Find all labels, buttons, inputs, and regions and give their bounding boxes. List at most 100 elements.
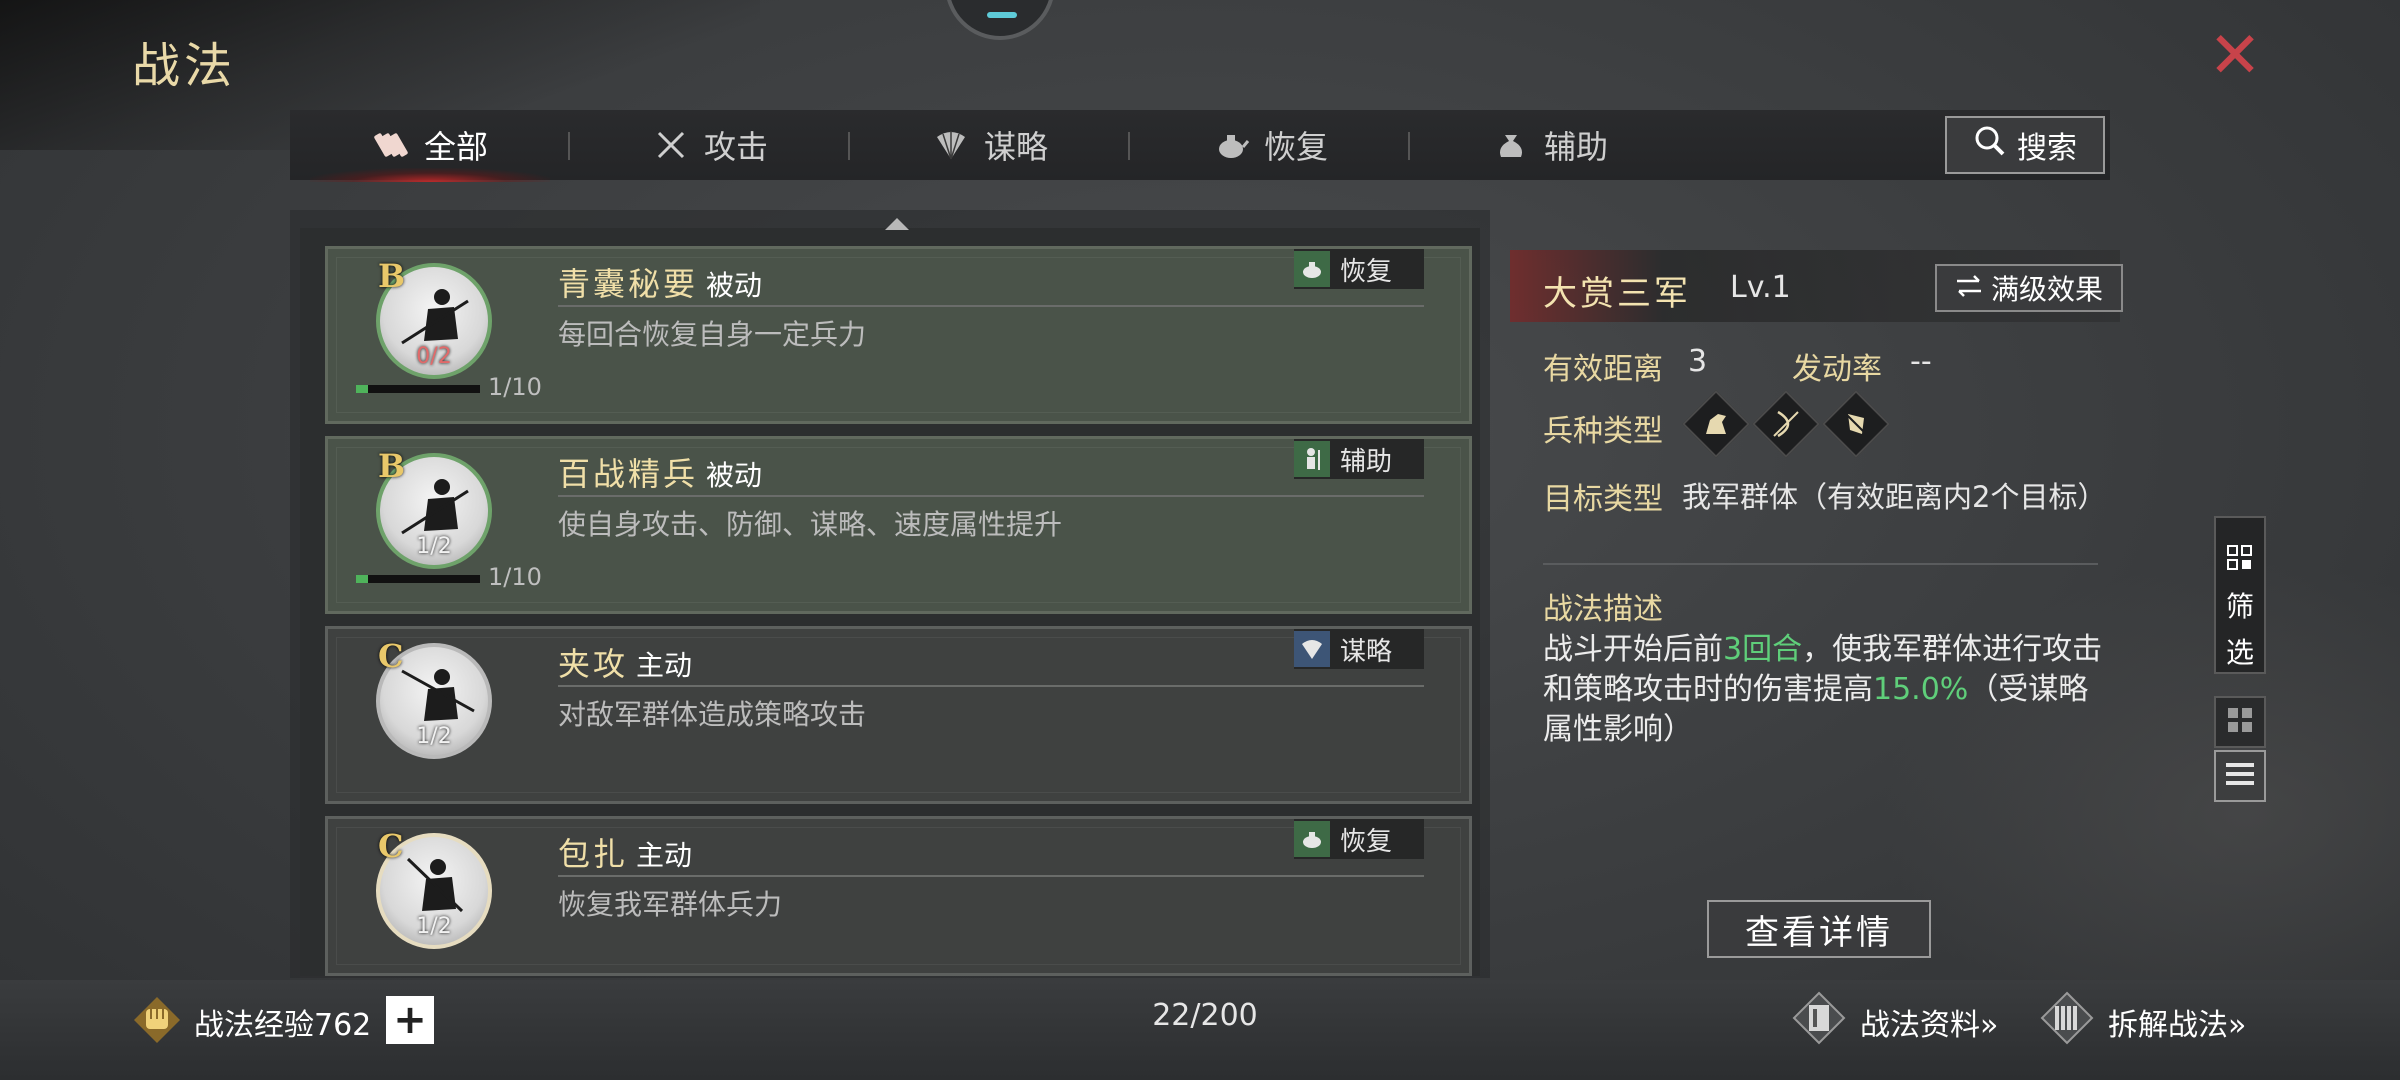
- filter-label: 选: [2225, 636, 2254, 669]
- tactic-description: 恢复我军群体兵力: [558, 888, 783, 921]
- type-label: 恢复: [1340, 256, 1393, 287]
- filter-button[interactable]: 筛 选: [2214, 516, 2266, 674]
- grade-badge: C: [378, 637, 404, 675]
- scroll-up-arrow[interactable]: [885, 218, 909, 230]
- tab-label: 辅助: [1543, 128, 1608, 166]
- tactic-description: 每回合恢复自身一定兵力: [558, 318, 867, 351]
- target-type-label: 目标类型: [1543, 482, 1663, 517]
- level-progress-fill: [356, 575, 369, 583]
- max-level-label: 满级效果: [1990, 273, 2103, 306]
- view-details-button[interactable]: 查看详情: [1707, 900, 1931, 958]
- tab-recovery[interactable]: 恢复: [1140, 110, 1400, 180]
- fist-icon: [132, 995, 182, 1049]
- tactic-info-label: 战法资料»: [1860, 1008, 1999, 1043]
- tab-divider: [1408, 132, 1410, 160]
- disassemble-tactic-label: 拆解战法»: [2108, 1008, 2247, 1043]
- level-progress-bar: [356, 575, 480, 583]
- tactic-card[interactable]: 0/2 B 1/10 青囊秘要 被动 恢复 每回合恢复自身一定兵力: [325, 246, 1472, 424]
- teapot-icon: [1294, 821, 1330, 857]
- tactic-kind: 被动: [706, 269, 763, 302]
- grid-view-button[interactable]: [2214, 696, 2266, 748]
- detail-level: Lv.1: [1730, 270, 1791, 305]
- card-border: [336, 637, 1461, 793]
- copy-count: 1/2: [416, 534, 452, 559]
- tactic-count: 22/200: [1152, 998, 1258, 1033]
- level-text: 1/10: [488, 373, 542, 401]
- add-exp-button[interactable]: +: [386, 996, 434, 1044]
- type-label: 辅助: [1340, 446, 1393, 477]
- card-border: [336, 827, 1461, 965]
- activation-rate-label: 发动率: [1792, 352, 1882, 387]
- detail-tactic-name: 大赏三军: [1543, 274, 1691, 314]
- disassemble-tactic-link[interactable]: 拆解战法»: [2040, 991, 2247, 1050]
- card-divider: [558, 685, 1424, 687]
- tactic-card[interactable]: 1/2 B 1/10 百战精兵 被动 辅助 使自身攻击、防御、谋略、速度属性提升: [325, 436, 1472, 614]
- tactic-name-row: 夹攻 主动: [558, 639, 692, 685]
- copy-count: 0/2: [416, 344, 452, 369]
- archer-icon: [1752, 390, 1820, 458]
- tactic-card[interactable]: 1/2 C 包扎 主动 恢复 恢复我军群体兵力: [325, 816, 1472, 976]
- tactic-name: 百战精兵: [558, 455, 699, 493]
- tactic-name: 夹攻: [558, 645, 629, 683]
- close-button[interactable]: ✕: [2200, 24, 2270, 88]
- grade-badge: B: [378, 257, 406, 295]
- type-badge: 恢复: [1294, 819, 1424, 859]
- tactic-name-row: 百战精兵 被动: [558, 449, 762, 495]
- tab-divider: [1128, 132, 1130, 160]
- card-divider: [558, 495, 1424, 497]
- fan-icon: [932, 126, 970, 164]
- tab-strategy[interactable]: 谋略: [860, 110, 1120, 180]
- tactic-exp-label: 战法经验762: [194, 1008, 372, 1043]
- level-progress-bar: [356, 385, 480, 393]
- tactic-name-row: 包扎 主动: [558, 829, 692, 875]
- tactic-exp-display: 战法经验762: [132, 994, 371, 1050]
- level-text: 1/10: [488, 563, 542, 591]
- ink-cavalry-decoration: [1880, 560, 2400, 980]
- grade-badge: B: [378, 447, 406, 485]
- tab-divider: [568, 132, 570, 160]
- tactic-name-row: 青囊秘要 被动: [558, 259, 762, 305]
- tab-all[interactable]: 全部: [300, 110, 560, 182]
- level-progress-fill: [356, 385, 369, 393]
- copy-count: 1/2: [416, 914, 452, 939]
- tab-label: 谋略: [983, 128, 1048, 166]
- description-title: 战法描述: [1543, 592, 1663, 627]
- range-value: 3: [1688, 344, 1708, 379]
- tactic-description: 对敌军群体造成策略攻击: [558, 698, 867, 731]
- search-button[interactable]: 搜索: [1945, 116, 2105, 174]
- type-badge: 辅助: [1294, 439, 1424, 479]
- tactic-info-link[interactable]: 战法资料»: [1792, 991, 1999, 1050]
- range-label: 有效距离: [1543, 352, 1663, 387]
- card-divider: [558, 875, 1424, 877]
- cavalry-icon: [1682, 390, 1750, 458]
- type-badge: 谋略: [1294, 629, 1424, 669]
- desc-highlight-rounds: 3回合: [1723, 632, 1803, 667]
- tactic-description-body: 战斗开始后前3回合，使我军群体进行攻击和策略攻击时的伤害提高15.0%（受谋略属…: [1543, 630, 2103, 750]
- category-tab-bar: 全部 攻击 谋略 恢复 辅助 搜索: [290, 110, 2110, 182]
- filter-grid-icon: [2226, 544, 2254, 579]
- crossed-swords-icon: [652, 126, 690, 164]
- teapot-icon: [1212, 126, 1250, 164]
- grade-badge: C: [378, 827, 404, 865]
- list-view-button[interactable]: [2214, 750, 2266, 802]
- top-pull-handle[interactable]: [945, 0, 1055, 40]
- tab-support[interactable]: 辅助: [1420, 110, 1680, 180]
- type-label: 恢复: [1340, 826, 1393, 857]
- tab-label: 全部: [423, 128, 488, 166]
- card-divider: [558, 305, 1424, 307]
- target-type-value: 我军群体（有效距离内2个目标）: [1682, 480, 2107, 514]
- tactic-card[interactable]: 1/2 C 夹攻 主动 谋略 对敌军群体造成策略攻击: [325, 626, 1472, 804]
- type-label: 谋略: [1340, 636, 1393, 667]
- detail-divider: [1543, 563, 2098, 565]
- soldier-icon: [1294, 441, 1330, 477]
- grid-view-icon: [2225, 705, 2255, 739]
- desc-highlight-percent: 15.0%: [1873, 672, 1969, 707]
- page-title: 战法: [132, 38, 237, 94]
- tactic-name: 包扎: [558, 835, 629, 873]
- type-badge: 恢复: [1294, 249, 1424, 289]
- tab-label: 恢复: [1263, 128, 1328, 166]
- tab-attack[interactable]: 攻击: [580, 110, 840, 180]
- search-icon: [1973, 124, 2007, 166]
- max-level-effect-button[interactable]: 满级效果: [1935, 264, 2123, 312]
- desc-text: 战斗开始后前: [1543, 632, 1723, 667]
